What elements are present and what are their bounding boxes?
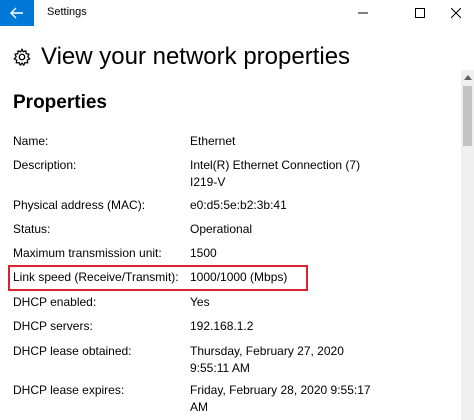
page-header: View your network properties [13, 42, 350, 72]
property-label: Physical address (MAC): [13, 198, 146, 212]
section-title: Properties [13, 92, 107, 113]
scroll-thumb[interactable] [463, 86, 472, 146]
maximize-icon [415, 8, 425, 18]
close-icon [451, 8, 461, 18]
page-title: View your network properties [41, 43, 351, 70]
property-label: Maximum transmission unit: [13, 246, 162, 260]
property-value: Intel(R) Ethernet Connection (7) [190, 158, 361, 172]
minimize-icon [358, 12, 368, 14]
property-value: Thursday, February 27, 2020 [190, 344, 344, 358]
title-bar: Settings [0, 0, 474, 26]
property-value: Yes [190, 295, 210, 309]
arrow-left-icon [10, 7, 23, 19]
property-label: Status: [13, 222, 51, 236]
property-value: Friday, February 28, 2020 9:55:17 [190, 383, 371, 397]
property-value: 192.168.1.2 [190, 319, 254, 333]
maximize-button[interactable] [402, 0, 438, 26]
property-value: AM [190, 400, 208, 414]
gear-icon [13, 48, 31, 66]
window-title: Settings [47, 6, 87, 18]
back-button[interactable] [0, 0, 34, 26]
minimize-button[interactable] [345, 0, 381, 26]
highlight-box [8, 265, 308, 291]
property-value: Operational [190, 222, 253, 236]
property-value: 1500 [190, 246, 217, 260]
scroll-up-button[interactable] [461, 70, 474, 84]
property-label: Name: [13, 134, 49, 148]
property-value: I219-V [190, 175, 226, 189]
property-label: DHCP enabled: [13, 295, 97, 309]
property-label: DHCP lease expires: [13, 383, 125, 397]
property-label: DHCP servers: [13, 319, 93, 333]
property-value: Ethernet [190, 134, 236, 148]
property-label: Description: [13, 158, 77, 172]
chevron-up-icon [463, 74, 472, 80]
property-label: DHCP lease obtained: [13, 344, 132, 358]
property-value: e0:d5:5e:b2:3b:41 [190, 198, 287, 212]
close-button[interactable] [438, 0, 474, 26]
scrollbar[interactable] [461, 70, 474, 420]
property-value: 9:55:11 AM [190, 361, 250, 375]
